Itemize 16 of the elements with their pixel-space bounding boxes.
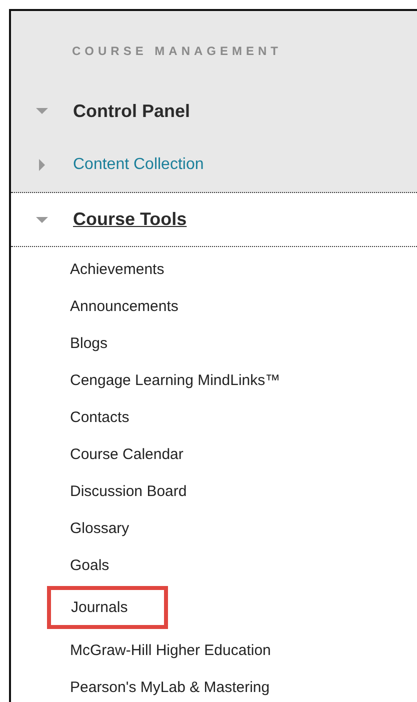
menu-title-link[interactable]: Course Tools: [73, 206, 187, 233]
menu-item[interactable]: Blogs: [70, 325, 417, 362]
section-heading: COURSE MANAGEMENT: [72, 43, 282, 60]
menu-item[interactable]: Cengage Learning MindLinks™: [70, 362, 417, 399]
menu-link[interactable]: Content Collection: [73, 153, 204, 177]
menu-item[interactable]: Journals: [71, 597, 128, 618]
menu-item[interactable]: McGraw-Hill Higher Education: [70, 632, 417, 669]
menu-item[interactable]: Discussion Board: [70, 473, 417, 510]
menu-item[interactable]: Pearson's MyLab & Mastering: [70, 669, 417, 702]
menu-item[interactable]: Goals: [70, 547, 417, 584]
menu-title[interactable]: Control Panel: [73, 98, 190, 124]
menu-item[interactable]: Course Calendar: [70, 436, 417, 473]
menu-item[interactable]: Announcements: [70, 288, 417, 325]
menu-item[interactable]: Glossary: [70, 510, 417, 547]
menu-item[interactable]: Achievements: [70, 251, 417, 288]
menu-item[interactable]: Contacts: [70, 399, 417, 436]
